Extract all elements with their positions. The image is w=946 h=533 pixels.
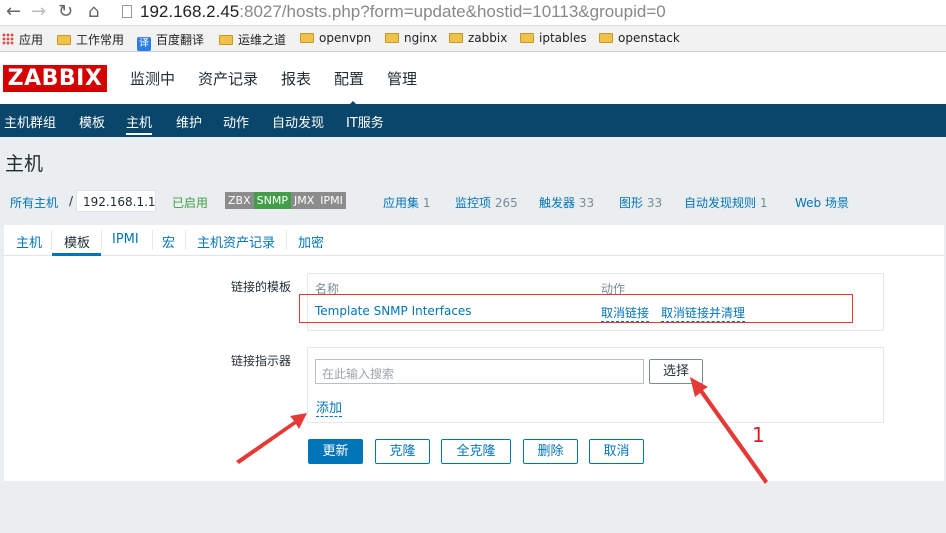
folder-icon (599, 33, 613, 43)
folder-icon (57, 35, 71, 45)
link-items[interactable]: 监控项 265 (455, 194, 518, 211)
tab-macros[interactable]: 宏 (162, 232, 175, 251)
folder-icon (385, 33, 399, 43)
bookmarks-bar: 应用 工作常用 译百度翻译 运维之道 openvpn nginx zabbix … (0, 26, 946, 52)
menu-configuration[interactable]: 配置 (334, 68, 364, 108)
snmp-badge: SNMP (253, 192, 291, 209)
form-tabs: 主机 模板 IPMI 宏 主机资产记录 加密 (4, 225, 944, 256)
apps-icon (2, 33, 14, 45)
tab-divider (185, 230, 186, 250)
clone-button[interactable]: 克隆 (375, 439, 430, 464)
select-button[interactable]: 选择 (649, 359, 703, 384)
availability-badges: ZBX SNMP JMX IPMI (225, 192, 346, 209)
menu-administration[interactable]: 管理 (387, 68, 417, 89)
add-link[interactable]: 添加 (316, 397, 343, 417)
bookmark-folder[interactable]: iptables (520, 31, 587, 45)
bookmark-folder[interactable]: 运维之道 (219, 31, 286, 48)
host-navigation: 所有主机 / 192.168.1.1 已启用 ZBX SNMP JMX IPMI 应用… (0, 188, 946, 214)
template-search-input[interactable]: 在此输入搜索 (315, 359, 644, 384)
page-icon (122, 5, 132, 18)
full-clone-button[interactable]: 全克隆 (441, 439, 511, 464)
link-graphs[interactable]: 图形 33 (619, 194, 662, 211)
cancel-button[interactable]: 取消 (589, 439, 644, 464)
bookmark-folder[interactable]: 工作常用 (57, 31, 124, 48)
bookmark-apps[interactable]: 应用 (2, 31, 43, 48)
tab-divider (101, 230, 102, 250)
submenu-actions[interactable]: 动作 (223, 112, 249, 131)
link-discovery-rules[interactable]: 自动发现规则 1 (684, 194, 767, 211)
link-triggers[interactable]: 触发器 33 (539, 194, 594, 211)
translate-icon: 译 (137, 37, 151, 51)
home-icon[interactable]: ⌂ (88, 2, 99, 22)
bookmark-translate[interactable]: 译百度翻译 (137, 31, 204, 51)
bookmark-folder[interactable]: openvpn (300, 31, 371, 45)
breadcrumb-separator: / (69, 194, 74, 208)
tab-divider (152, 230, 153, 250)
delete-button[interactable]: 删除 (523, 439, 578, 464)
url-field[interactable]: 192.168.2.45:8027/hosts.php?form=update&… (140, 2, 666, 22)
highlight-box (299, 294, 853, 323)
submenu-templates[interactable]: 模板 (79, 112, 105, 131)
link-new-templates-label: 链接指示器 (231, 354, 292, 368)
host-status[interactable]: 已启用 (172, 194, 208, 211)
menu-monitoring[interactable]: 监测中 (130, 68, 175, 89)
breadcrumb-host-name[interactable]: 192.168.1.1 (76, 190, 156, 212)
tab-templates[interactable]: 模板 (64, 232, 90, 251)
submenu-it-services[interactable]: IT服务 (346, 112, 384, 131)
submenu-hosts[interactable]: 主机 (126, 112, 153, 135)
update-button[interactable]: 更新 (308, 439, 363, 464)
zbx-badge: ZBX (225, 192, 254, 209)
folder-icon (449, 33, 463, 43)
submenu-discovery[interactable]: 自动发现 (272, 112, 324, 131)
zabbix-logo[interactable]: ZABBIX (3, 65, 107, 92)
submenu-maintenance[interactable]: 维护 (176, 112, 202, 131)
menu-inventory[interactable]: 资产记录 (198, 68, 258, 89)
menu-reports[interactable]: 报表 (281, 68, 311, 89)
folder-icon (219, 35, 233, 45)
sub-menu: 主机群组 模板 主机 维护 动作 自动发现 IT服务 (0, 104, 946, 137)
tab-divider (51, 230, 52, 250)
jmx-badge: JMX (290, 192, 318, 209)
tab-ipmi[interactable]: IPMI (112, 232, 139, 247)
reload-icon[interactable]: ↻ (58, 2, 73, 22)
tab-encryption[interactable]: 加密 (298, 232, 324, 251)
bookmark-folder[interactable]: nginx (385, 31, 437, 45)
forward-icon[interactable]: → (31, 2, 46, 22)
page-title: 主机 (5, 153, 44, 175)
folder-icon (520, 33, 534, 43)
folder-icon (300, 33, 314, 43)
link-applications[interactable]: 应用集 1 (383, 194, 430, 211)
back-icon[interactable]: ← (6, 2, 21, 22)
bookmark-folder[interactable]: openstack (599, 31, 680, 45)
link-web-scenarios[interactable]: Web 场景 (795, 194, 849, 211)
tab-host[interactable]: 主机 (16, 232, 42, 251)
app-header: ZABBIX 监测中 资产记录 报表 配置 管理 (0, 52, 946, 108)
tab-inventory[interactable]: 主机资产记录 (197, 232, 275, 251)
bookmark-folder[interactable]: zabbix (449, 31, 507, 45)
breadcrumb-all-hosts[interactable]: 所有主机 (10, 194, 58, 211)
submenu-host-groups[interactable]: 主机群组 (4, 112, 56, 131)
tab-divider (286, 230, 287, 250)
linked-templates-label: 链接的模板 (231, 280, 292, 294)
browser-address-bar: ← → ↻ ⌂ 192.168.2.45:8027/hosts.php?form… (0, 0, 946, 26)
annotation-number: 1 (752, 423, 765, 447)
ipmi-badge: IPMI (317, 192, 346, 209)
